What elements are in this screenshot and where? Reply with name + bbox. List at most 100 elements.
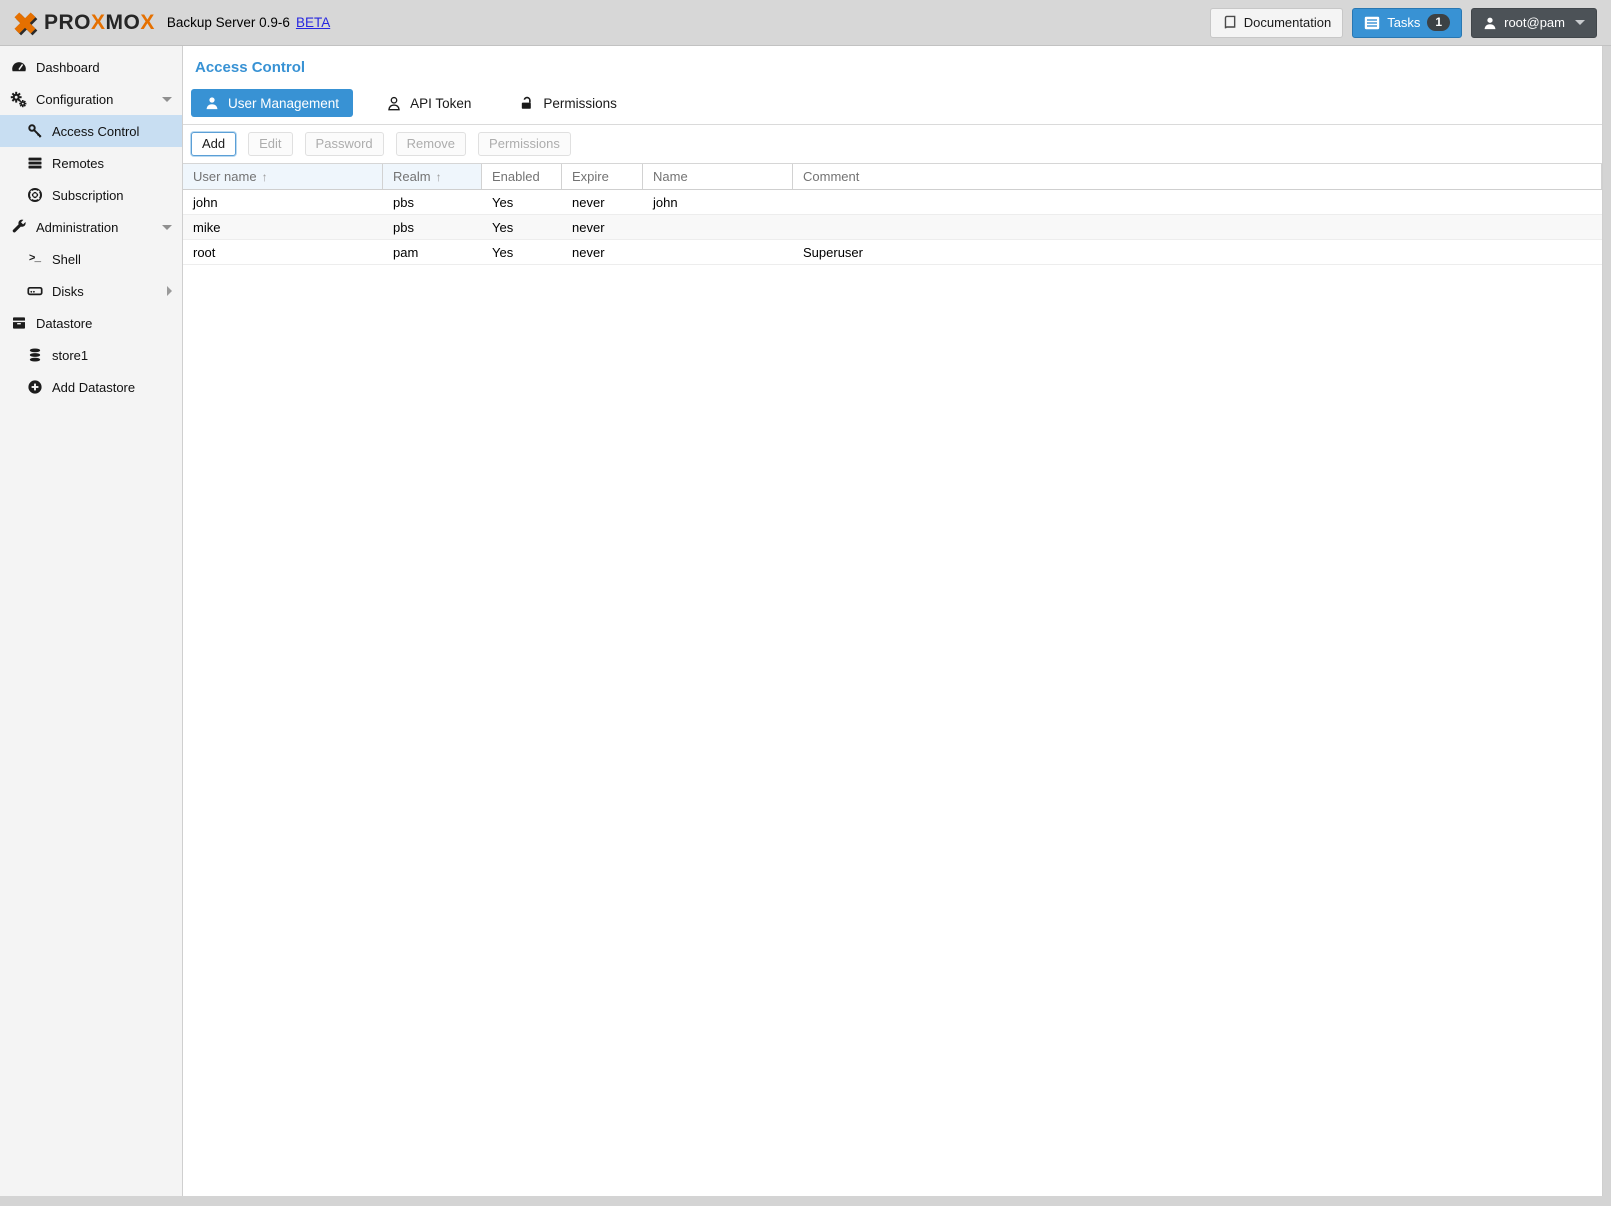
user-menu-button[interactable]: root@pam (1471, 8, 1597, 38)
tab-bar: User Management API Token Permissions (183, 76, 1602, 125)
tab-label: Permissions (543, 96, 617, 111)
key-icon (26, 123, 43, 140)
sidebar-item-label: Shell (52, 252, 81, 267)
sidebar-item-label: Dashboard (36, 60, 100, 75)
tab-user-management[interactable]: User Management (191, 89, 353, 117)
sidebar-item-label: Administration (36, 220, 118, 235)
proxmox-logo: PROXMOX (10, 8, 155, 38)
cell-comment: Superuser (793, 240, 1602, 264)
body-row: Dashboard Configuration Access Control (0, 46, 1611, 1206)
sidebar-item-administration[interactable]: Administration (0, 211, 182, 243)
hdd-icon (26, 283, 43, 300)
sidebar-item-subscription[interactable]: Subscription (0, 179, 182, 211)
wrench-icon (10, 219, 27, 236)
grid-toolbar: Add Edit Password Remove Permissions (183, 125, 1602, 163)
sidebar-item-label: Remotes (52, 156, 104, 171)
user-icon (205, 96, 219, 110)
column-header-expire[interactable]: Expire (562, 164, 643, 189)
collapse-arrow-icon[interactable] (162, 225, 172, 230)
support-icon (26, 187, 43, 204)
cell-expire: never (562, 215, 643, 239)
edit-button[interactable]: Edit (248, 132, 292, 156)
tasks-count-badge: 1 (1427, 14, 1450, 31)
cell-realm: pbs (383, 190, 482, 214)
sort-asc-icon: ↑ (262, 170, 268, 184)
column-label: Realm (393, 169, 431, 184)
book-icon (1222, 15, 1237, 30)
column-header-user-name[interactable]: User name ↑ (183, 164, 383, 189)
chevron-down-icon (1575, 20, 1585, 25)
cell-expire: never (562, 190, 643, 214)
cell-user-name: root (183, 240, 383, 264)
archive-box-icon (10, 315, 27, 332)
expand-arrow-icon[interactable] (167, 286, 172, 296)
column-header-realm[interactable]: Realm ↑ (383, 164, 482, 189)
sidebar-nav: Dashboard Configuration Access Control (0, 46, 183, 1196)
sidebar-item-label: Subscription (52, 188, 124, 203)
collapse-arrow-icon[interactable] (162, 97, 172, 102)
documentation-button[interactable]: Documentation (1210, 8, 1343, 38)
cell-expire: never (562, 240, 643, 264)
documentation-label: Documentation (1244, 15, 1331, 30)
users-table: User name ↑ Realm ↑ Enabled Expire Name (183, 163, 1602, 265)
add-button[interactable]: Add (191, 132, 236, 156)
tab-permissions[interactable]: Permissions (505, 89, 631, 117)
sidebar-item-add-datastore[interactable]: Add Datastore (0, 371, 182, 403)
sidebar-item-shell[interactable]: >_ Shell (0, 243, 182, 275)
sidebar-item-dashboard[interactable]: Dashboard (0, 51, 182, 83)
cell-enabled: Yes (482, 240, 562, 264)
cell-enabled: Yes (482, 190, 562, 214)
cell-name (643, 240, 793, 264)
table-row-mike[interactable]: mike pbs Yes never (183, 215, 1602, 240)
sidebar-item-datastore[interactable]: Datastore (0, 307, 182, 339)
page-title: Access Control (195, 59, 1602, 76)
gears-icon (10, 91, 27, 108)
sidebar-item-store1[interactable]: store1 (0, 339, 182, 371)
server-icon (26, 155, 43, 172)
sidebar-item-remotes[interactable]: Remotes (0, 147, 182, 179)
sidebar-item-label: Configuration (36, 92, 113, 107)
dashboard-icon (10, 59, 27, 76)
cell-enabled: Yes (482, 215, 562, 239)
proxmox-x-logo-icon (10, 8, 40, 38)
user-icon (1483, 16, 1497, 30)
sidebar-item-label: Disks (52, 284, 84, 299)
cell-name: john (643, 190, 793, 214)
tab-label: User Management (228, 96, 339, 111)
terminal-icon: >_ (26, 251, 43, 268)
remove-button[interactable]: Remove (396, 132, 466, 156)
user-menu-label: root@pam (1504, 15, 1565, 30)
cell-realm: pbs (383, 215, 482, 239)
sidebar-item-configuration[interactable]: Configuration (0, 83, 182, 115)
password-button[interactable]: Password (305, 132, 384, 156)
tab-api-token[interactable]: API Token (373, 89, 485, 117)
permissions-button[interactable]: Permissions (478, 132, 571, 156)
column-label: Enabled (492, 169, 540, 184)
column-header-enabled[interactable]: Enabled (482, 164, 562, 189)
tab-label: API Token (410, 96, 471, 111)
cell-realm: pam (383, 240, 482, 264)
table-header-row: User name ↑ Realm ↑ Enabled Expire Name (183, 164, 1602, 190)
column-header-name[interactable]: Name (643, 164, 793, 189)
column-header-comment[interactable]: Comment (793, 164, 1602, 189)
table-row-john[interactable]: john pbs Yes never john (183, 190, 1602, 215)
tasks-label: Tasks (1387, 15, 1420, 30)
beta-link[interactable]: BETA (296, 15, 330, 30)
sidebar-item-access-control[interactable]: Access Control (0, 115, 182, 147)
cell-name (643, 215, 793, 239)
tasks-button[interactable]: Tasks 1 (1352, 8, 1462, 38)
product-version-label: Backup Server 0.9-6 (167, 15, 290, 30)
column-label: Name (653, 169, 688, 184)
column-label: Comment (803, 169, 859, 184)
sidebar-item-label: Datastore (36, 316, 92, 331)
cell-comment (793, 190, 1602, 214)
sidebar-item-disks[interactable]: Disks (0, 275, 182, 307)
unlock-icon (519, 96, 534, 111)
table-row-root[interactable]: root pam Yes never Superuser (183, 240, 1602, 265)
column-label: User name (193, 169, 257, 184)
sort-asc-icon: ↑ (436, 170, 442, 184)
sidebar-item-label: store1 (52, 348, 88, 363)
main-panel: Access Control User Management API Token (183, 46, 1603, 1196)
cell-comment (793, 215, 1602, 239)
sidebar-item-label: Add Datastore (52, 380, 135, 395)
